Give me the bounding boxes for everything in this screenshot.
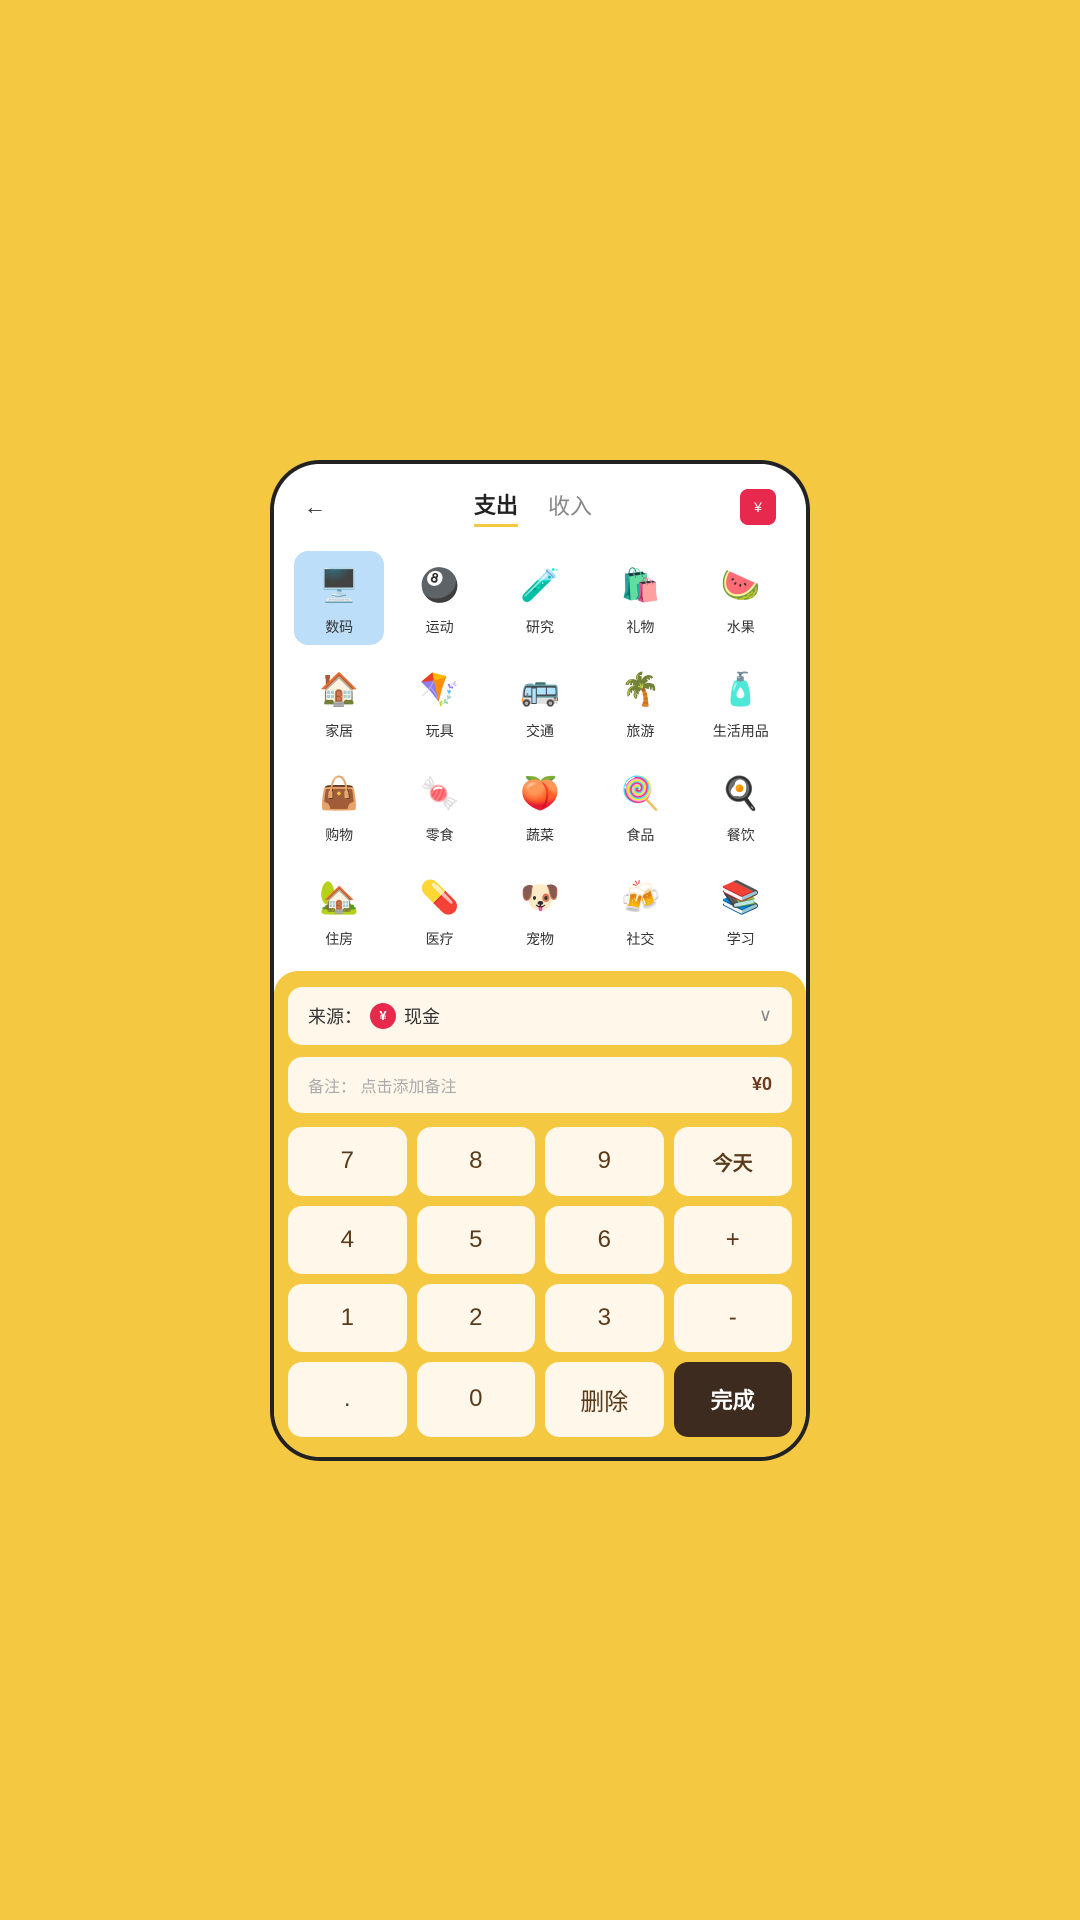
category-item-social[interactable]: 🍻 社交 (595, 863, 685, 957)
amount-display: ¥0 (752, 1074, 772, 1095)
tab-income[interactable]: 收入 (548, 489, 592, 525)
category-item-food[interactable]: 🍭 食品 (595, 759, 685, 853)
key-8[interactable]: 8 (417, 1127, 536, 1196)
home-label: 家居 (325, 721, 353, 741)
category-item-sport[interactable]: 🎱 运动 (394, 551, 484, 645)
key-2[interactable]: 2 (417, 1284, 536, 1352)
phone-frame: ← 支出 收入 ¥ 🖥️ 数码 🎱 运动 🧪 研究 🛍️ 礼物 🍉 水果 🏠 家居 🪁 玩具 🚌 交通 🌴 旅游 🧴… (270, 460, 810, 1461)
housing-label: 住房 (325, 929, 353, 949)
food-icon: 🍭 (614, 767, 666, 819)
key-7[interactable]: 7 (288, 1127, 407, 1196)
social-label: 社交 (626, 929, 654, 949)
home-icon: 🏠 (313, 663, 365, 715)
tab-expense[interactable]: 支出 (474, 488, 518, 527)
calculator-panel: 来源： ¥ 现金 ∨ 备注： 点击添加备注 ¥0 789今天 456+123-.0… (274, 971, 806, 1457)
category-item-fruit[interactable]: 🍉 水果 (696, 551, 786, 645)
category-item-research[interactable]: 🧪 研究 (495, 551, 585, 645)
category-item-dining[interactable]: 🍳 餐饮 (696, 759, 786, 853)
research-icon: 🧪 (514, 559, 566, 611)
category-item-snack[interactable]: 🍬 零食 (394, 759, 484, 853)
sport-label: 运动 (426, 617, 454, 637)
note-row[interactable]: 备注： 点击添加备注 ¥0 (288, 1057, 792, 1113)
toy-icon: 🪁 (414, 663, 466, 715)
sport-icon: 🎱 (414, 559, 466, 611)
medical-label: 医疗 (426, 929, 454, 949)
key-6[interactable]: 6 (545, 1206, 664, 1274)
key-today[interactable]: 今天 (674, 1127, 793, 1196)
veggie-label: 蔬菜 (526, 825, 554, 845)
source-row[interactable]: 来源： ¥ 现金 ∨ (288, 987, 792, 1045)
note-label: 备注： 点击添加备注 (308, 1073, 456, 1097)
category-grid: 🖥️ 数码 🎱 运动 🧪 研究 🛍️ 礼物 🍉 水果 🏠 家居 🪁 玩具 🚌 交通 🌴 旅游 🧴 生活用品 👜 购物 🍬 零食… (274, 537, 806, 971)
category-item-toy[interactable]: 🪁 玩具 (394, 655, 484, 749)
snack-label: 零食 (426, 825, 454, 845)
back-button[interactable]: ← (304, 494, 326, 520)
book-icon[interactable]: ¥ (740, 489, 776, 525)
key-delete[interactable]: 删除 (545, 1362, 664, 1437)
pet-icon: 🐶 (514, 871, 566, 923)
source-label: 来源： (308, 1003, 362, 1029)
snack-icon: 🍬 (414, 767, 466, 819)
category-item-pet[interactable]: 🐶 宠物 (495, 863, 585, 957)
research-label: 研究 (526, 617, 554, 637)
category-item-gift[interactable]: 🛍️ 礼物 (595, 551, 685, 645)
gift-icon: 🛍️ (614, 559, 666, 611)
study-label: 学习 (727, 929, 755, 949)
digital-icon: 🖥️ (313, 559, 365, 611)
digital-label: 数码 (325, 617, 353, 637)
key-done[interactable]: 完成 (674, 1362, 793, 1437)
gift-label: 礼物 (626, 617, 654, 637)
transport-icon: 🚌 (514, 663, 566, 715)
source-left: 来源： ¥ 现金 (308, 1003, 440, 1029)
daily-label: 生活用品 (713, 721, 769, 741)
category-item-daily[interactable]: 🧴 生活用品 (696, 655, 786, 749)
key-0[interactable]: 0 (417, 1362, 536, 1437)
category-item-medical[interactable]: 💊 医疗 (394, 863, 484, 957)
travel-label: 旅游 (626, 721, 654, 741)
key-3[interactable]: 3 (545, 1284, 664, 1352)
header-tabs: 支出 收入 (474, 488, 592, 527)
medical-icon: 💊 (414, 871, 466, 923)
key-plus[interactable]: + (674, 1206, 793, 1274)
daily-icon: 🧴 (715, 663, 767, 715)
chevron-down-icon: ∨ (759, 1005, 772, 1026)
category-item-housing[interactable]: 🏡 住房 (294, 863, 384, 957)
toy-label: 玩具 (426, 721, 454, 741)
shopping-label: 购物 (325, 825, 353, 845)
category-item-veggie[interactable]: 🍑 蔬菜 (495, 759, 585, 853)
food-label: 食品 (626, 825, 654, 845)
key-4[interactable]: 4 (288, 1206, 407, 1274)
key-minus[interactable]: - (674, 1284, 793, 1352)
category-item-home[interactable]: 🏠 家居 (294, 655, 384, 749)
social-icon: 🍻 (614, 871, 666, 923)
key-5[interactable]: 5 (417, 1206, 536, 1274)
category-item-study[interactable]: 📚 学习 (696, 863, 786, 957)
study-icon: 📚 (715, 871, 767, 923)
key-dot[interactable]: . (288, 1362, 407, 1437)
key-1[interactable]: 1 (288, 1284, 407, 1352)
fruit-label: 水果 (727, 617, 755, 637)
fruit-icon: 🍉 (715, 559, 767, 611)
category-item-travel[interactable]: 🌴 旅游 (595, 655, 685, 749)
veggie-icon: 🍑 (514, 767, 566, 819)
housing-icon: 🏡 (313, 871, 365, 923)
category-item-digital[interactable]: 🖥️ 数码 (294, 551, 384, 645)
dining-label: 餐饮 (727, 825, 755, 845)
category-item-shopping[interactable]: 👜 购物 (294, 759, 384, 853)
key-9[interactable]: 9 (545, 1127, 664, 1196)
header: ← 支出 收入 ¥ (274, 464, 806, 537)
dining-icon: 🍳 (715, 767, 767, 819)
yuan-icon: ¥ (370, 1003, 396, 1029)
source-name: 现金 (404, 1003, 440, 1029)
pet-label: 宠物 (526, 929, 554, 949)
transport-label: 交通 (526, 721, 554, 741)
travel-icon: 🌴 (614, 663, 666, 715)
category-item-transport[interactable]: 🚌 交通 (495, 655, 585, 749)
calc-keys: 789今天 456+123-.0删除完成 (288, 1127, 792, 1437)
shopping-icon: 👜 (313, 767, 365, 819)
